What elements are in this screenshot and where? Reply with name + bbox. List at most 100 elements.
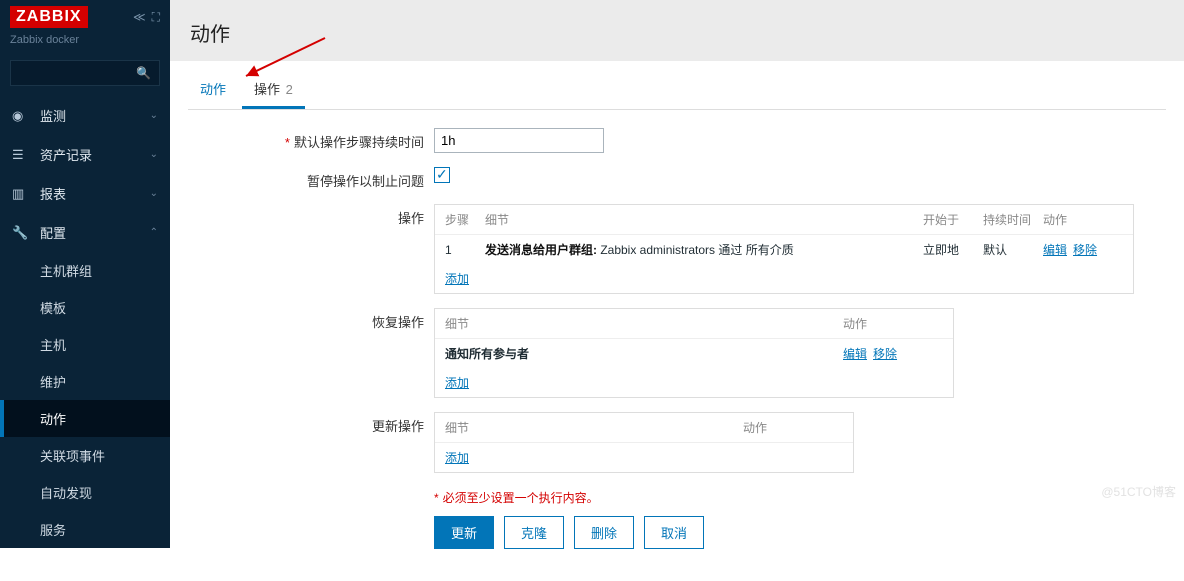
fullscreen-icon[interactable]: ⛶ (152, 10, 160, 25)
sidebar-item-maintenance[interactable]: 维护 (0, 363, 170, 400)
eye-icon: ◉ (12, 108, 32, 124)
recovery-header: 细节 动作 (435, 309, 953, 339)
recovery-add-row: 添加 (435, 368, 953, 397)
nav-monitoring[interactable]: ◉ 监测 ⌄ (0, 96, 170, 135)
cell-actions: 编辑移除 (1043, 241, 1123, 258)
update-table: 细节 动作 添加 (434, 412, 854, 473)
content-panel: 动作 操作 2 *默认操作步骤持续时间 暂停操作以制止问题 (170, 61, 1184, 581)
col-action: 动作 (743, 419, 843, 436)
sidebar-collapse-icons[interactable]: ≪ ⛶ (133, 10, 160, 25)
recovery-table: 细节 动作 通知所有参与者 编辑移除 添加 (434, 308, 954, 398)
cell-detail: 发送消息给用户群组: Zabbix administrators 通过 所有介质 (485, 241, 923, 258)
sidebar-item-templates[interactable]: 模板 (0, 289, 170, 326)
collapse-icon[interactable]: ≪ (133, 10, 146, 25)
duration-input[interactable] (434, 128, 604, 153)
clone-button[interactable]: 克隆 (504, 516, 564, 549)
bar-chart-icon: ▥ (12, 186, 32, 202)
tab-count: 2 (286, 82, 293, 97)
ops-add-row: 添加 (435, 264, 1133, 293)
sidebar: ZABBIX ≪ ⛶ Zabbix docker 🔍 ◉ 监测 ⌄ ☰ 资产记录… (0, 0, 170, 506)
sidebar-item-hosts[interactable]: 主机 (0, 326, 170, 363)
tab-operations[interactable]: 操作 2 (242, 71, 305, 109)
cell-start: 立即地 (923, 241, 983, 258)
add-recovery-link[interactable]: 添加 (445, 376, 469, 390)
chevron-down-icon: ⌄ (150, 110, 158, 121)
chevron-down-icon: ⌄ (150, 188, 158, 199)
tab-label: 操作 (254, 82, 280, 97)
update-button[interactable]: 更新 (434, 516, 494, 549)
row-hint: *必须至少设置一个执行内容。 更新 克隆 删除 取消 (188, 487, 1166, 549)
sidebar-item-hostgroups[interactable]: 主机群组 (0, 252, 170, 289)
row-recovery: 恢复操作 细节 动作 通知所有参与者 编辑移除 (188, 308, 1166, 398)
col-step: 步骤 (445, 211, 485, 228)
label-operations: 操作 (188, 204, 434, 227)
col-detail: 细节 (485, 211, 923, 228)
row-operations: 操作 步骤 细节 开始于 持续时间 动作 1 (188, 204, 1166, 294)
sidebar-item-correlation[interactable]: 关联项事件 (0, 437, 170, 474)
table-row: 通知所有参与者 编辑移除 (435, 339, 953, 368)
row-update-ops: 更新操作 细节 动作 添加 (188, 412, 1166, 473)
search-input[interactable]: 🔍 (10, 60, 160, 86)
nav-inventory[interactable]: ☰ 资产记录 ⌄ (0, 135, 170, 174)
cell-actions: 编辑移除 (843, 345, 943, 362)
tab-row: 动作 操作 2 (188, 61, 1166, 110)
tab-label: 动作 (200, 82, 226, 97)
cell-detail: 通知所有参与者 (445, 345, 843, 362)
chevron-up-icon: ⌃ (150, 227, 158, 238)
chevron-down-icon: ⌄ (150, 149, 158, 160)
logo-row: ZABBIX ≪ ⛶ (0, 0, 170, 34)
cell-step: 1 (445, 243, 485, 257)
remove-link[interactable]: 移除 (1073, 243, 1097, 257)
col-detail: 细节 (445, 419, 743, 436)
label-pause: 暂停操作以制止问题 (188, 167, 434, 190)
remove-link[interactable]: 移除 (873, 347, 897, 361)
cell-duration: 默认 (983, 241, 1043, 258)
delete-button[interactable]: 删除 (574, 516, 634, 549)
watermark: @51CTO博客 (1101, 483, 1176, 500)
ops-table-body: 1 发送消息给用户群组: Zabbix administrators 通过 所有… (435, 235, 1133, 264)
tab-action[interactable]: 动作 (188, 71, 238, 109)
col-detail: 细节 (445, 315, 843, 332)
nav-reports[interactable]: ▥ 报表 ⌄ (0, 174, 170, 213)
sidebar-item-discovery[interactable]: 自动发现 (0, 474, 170, 511)
table-row: 1 发送消息给用户群组: Zabbix administrators 通过 所有… (435, 235, 1133, 264)
update-add-row: 添加 (435, 443, 853, 472)
wrench-icon: 🔧 (12, 225, 32, 241)
sidebar-item-actions[interactable]: 动作 (0, 400, 170, 437)
logo[interactable]: ZABBIX (10, 6, 88, 28)
nav-label: 报表 (40, 184, 66, 203)
label-recovery: 恢复操作 (188, 308, 434, 331)
label-update-ops: 更新操作 (188, 412, 434, 435)
operations-table: 步骤 细节 开始于 持续时间 动作 1 发送消息给用户群组: Zabbix ad… (434, 204, 1134, 294)
pause-checkbox[interactable] (434, 167, 450, 183)
required-asterisk: * (285, 135, 290, 150)
label-duration: *默认操作步骤持续时间 (188, 128, 434, 151)
list-icon: ☰ (12, 147, 32, 163)
update-header: 细节 动作 (435, 413, 853, 443)
nav-label: 资产记录 (40, 145, 92, 164)
ops-table-header: 步骤 细节 开始于 持续时间 动作 (435, 205, 1133, 235)
config-submenu: 主机群组 模板 主机 维护 动作 关联项事件 自动发现 服务 (0, 252, 170, 548)
add-operation-link[interactable]: 添加 (445, 272, 469, 286)
form-area: *默认操作步骤持续时间 暂停操作以制止问题 操作 步骤 (188, 110, 1166, 549)
edit-link[interactable]: 编辑 (1043, 243, 1067, 257)
col-start: 开始于 (923, 211, 983, 228)
row-duration: *默认操作步骤持续时间 (188, 128, 1166, 153)
col-duration: 持续时间 (983, 211, 1043, 228)
search-icon: 🔍 (136, 66, 151, 80)
cancel-button[interactable]: 取消 (644, 516, 704, 549)
edit-link[interactable]: 编辑 (843, 347, 867, 361)
page-header: 动作 (170, 0, 1184, 61)
main: 动作 动作 操作 2 *默认操作步骤持续时间 暂停操作以制止问题 (170, 0, 1184, 506)
nav-label: 配置 (40, 223, 66, 242)
row-pause: 暂停操作以制止问题 (188, 167, 1166, 190)
button-row: 更新 克隆 删除 取消 (434, 516, 704, 549)
nav-label: 监测 (40, 106, 66, 125)
required-hint: *必须至少设置一个执行内容。 (434, 487, 704, 516)
nav-configuration[interactable]: 🔧 配置 ⌃ (0, 213, 170, 252)
server-name: Zabbix docker (0, 34, 170, 56)
sidebar-item-services[interactable]: 服务 (0, 511, 170, 548)
page-title: 动作 (190, 18, 1164, 47)
col-action: 动作 (1043, 211, 1123, 228)
add-update-link[interactable]: 添加 (445, 451, 469, 465)
